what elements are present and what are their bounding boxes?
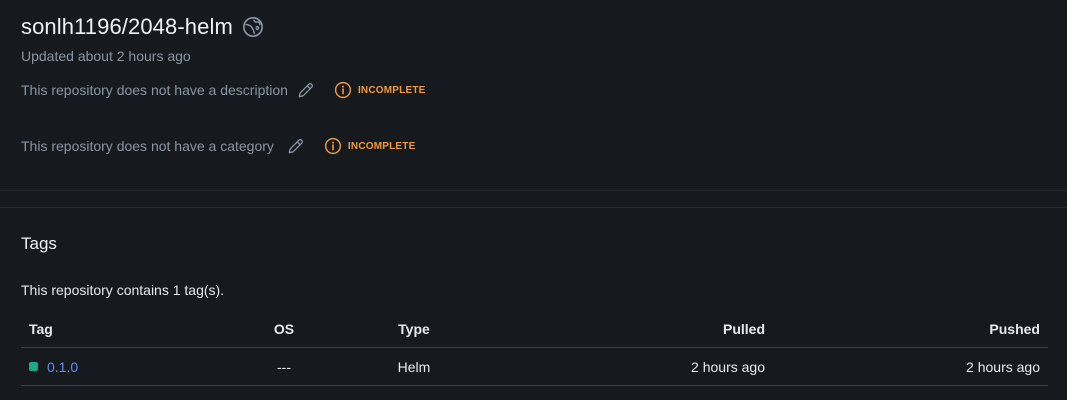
tags-section-title: Tags <box>21 234 57 253</box>
repo-header: sonlh1196/2048-helm Updated about 2 hour… <box>21 12 1067 64</box>
description-incomplete-badge: INCOMPLETE <box>334 81 426 99</box>
section-divider <box>0 207 1067 208</box>
tag-link[interactable]: 0.1.0 <box>47 359 78 375</box>
column-header-os: OS <box>229 310 339 348</box>
table-header-row: Tag OS Type Pulled Pushed <box>21 310 1048 348</box>
globe-public-icon <box>242 16 264 38</box>
description-row: This repository does not have a descript… <box>21 80 426 100</box>
tag-cell: 0.1.0 <box>21 347 229 386</box>
description-text: This repository does not have a descript… <box>21 82 288 98</box>
title-row: sonlh1196/2048-helm <box>21 12 1067 42</box>
pushed-cell: 2 hours ago <box>765 347 1048 386</box>
updated-timestamp: Updated about 2 hours ago <box>21 48 191 64</box>
tag-count-text: This repository contains 1 tag(s). <box>21 282 225 298</box>
table-row: 0.1.0 --- Helm 2 hours ago 2 hours ago <box>21 347 1048 386</box>
pulled-cell: 2 hours ago <box>489 347 765 386</box>
edit-category-pencil-icon[interactable] <box>286 136 306 156</box>
column-header-pushed: Pushed <box>765 310 1048 348</box>
repository-page: sonlh1196/2048-helm Updated about 2 hour… <box>0 0 1067 400</box>
column-header-tag: Tag <box>21 310 229 348</box>
column-header-pulled: Pulled <box>489 310 765 348</box>
info-circle-icon <box>324 137 342 155</box>
category-text: This repository does not have a category <box>21 138 274 154</box>
category-incomplete-badge: INCOMPLETE <box>324 137 416 155</box>
section-divider <box>0 190 1067 191</box>
badge-label: INCOMPLETE <box>357 84 426 96</box>
type-cell: Helm <box>339 347 489 386</box>
category-row: This repository does not have a category… <box>21 136 415 156</box>
info-circle-icon <box>334 81 352 99</box>
badge-label: INCOMPLETE <box>347 140 416 152</box>
os-cell: --- <box>229 347 339 386</box>
tags-table: Tag OS Type Pulled Pushed 0.1.0 --- Helm… <box>21 310 1048 386</box>
column-header-type: Type <box>339 310 489 348</box>
repo-title: sonlh1196/2048-helm <box>21 14 233 39</box>
edit-description-pencil-icon[interactable] <box>296 80 316 100</box>
status-dot <box>29 362 38 371</box>
